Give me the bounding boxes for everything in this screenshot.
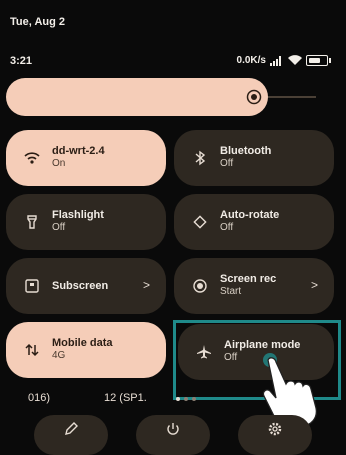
subscreen-icon [25,279,39,293]
footer-mid-text: 12 (SP1. [104,392,147,404]
status-time: 3:21 [10,55,33,67]
power-button[interactable] [136,415,210,455]
tile-subtitle: Off [220,158,234,169]
tile-wifi[interactable]: dd-wrt-2.4 On [6,130,166,186]
brightness-slider-fill[interactable] [6,78,268,116]
tile-subtitle: Start [220,286,242,297]
auto-rotate-icon [193,215,207,229]
edit-button[interactable] [34,415,108,455]
tile-screen-record[interactable]: Screen rec Start > [174,258,334,314]
wifi-status-icon [288,55,302,65]
tile-flashlight[interactable]: Flashlight Off [6,194,166,250]
tile-subtitle: Off [220,222,234,233]
tile-subtitle: On [52,158,66,169]
footer-left-text: 016) [28,392,51,404]
battery-icon [306,55,331,66]
tile-title: Auto-rotate [220,209,280,221]
wifi-icon [24,152,40,164]
status-date: Tue, Aug 2 [10,16,65,28]
tile-auto-rotate[interactable]: Auto-rotate Off [174,194,334,250]
power-icon [167,423,179,435]
network-speed: 0.0K/s [236,55,266,66]
status-icons: 0.0K/s [236,55,331,66]
edit-icon [65,422,78,435]
settings-button[interactable] [238,415,312,455]
tile-title: Mobile data [52,337,113,349]
tile-bluetooth[interactable]: Bluetooth Off [174,130,334,186]
mobile-data-icon [25,343,39,357]
tile-title: Subscreen [52,280,109,292]
tile-subtitle: 4G [52,350,66,361]
chevron-right-icon: > [142,278,150,292]
tile-mobile-data[interactable]: Mobile data 4G [6,322,166,378]
chevron-right-icon: > [310,278,318,292]
brightness-slider[interactable] [6,78,316,116]
tile-title: Bluetooth [220,145,272,157]
tile-subtitle: Off [52,222,66,233]
tile-subscreen[interactable]: Subscreen > [6,258,166,314]
settings-icon [268,422,282,436]
bluetooth-icon [195,150,206,166]
screen-record-icon [193,279,207,293]
tile-title: Flashlight [52,209,104,221]
brightness-icon [246,89,262,105]
tile-title: Screen rec [220,273,277,285]
tile-title: dd-wrt-2.4 [52,145,105,157]
brightness-slider-track[interactable] [268,96,316,98]
page-dot [184,397,188,401]
page-dot [176,397,180,401]
page-dot [192,397,196,401]
flashlight-icon [27,215,37,229]
signal-icon [270,55,281,66]
tap-hand-icon [262,353,317,426]
page-indicator [176,397,196,401]
